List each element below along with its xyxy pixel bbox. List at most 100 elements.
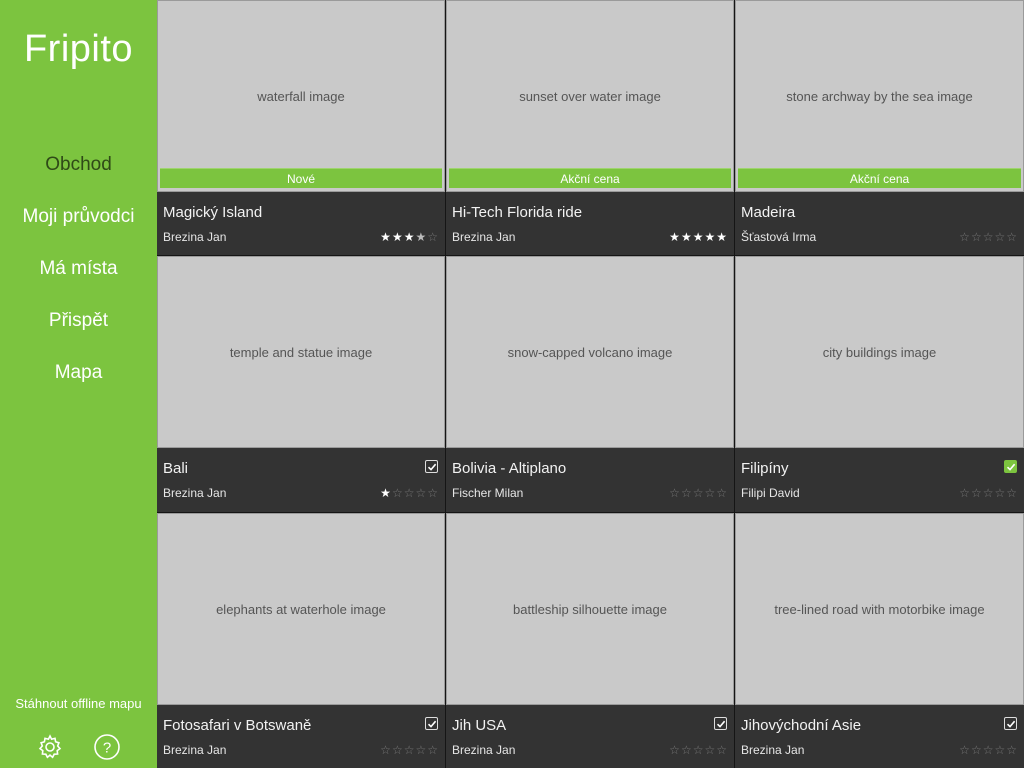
star-empty-icon: ☆ <box>959 743 971 757</box>
guide-card[interactable]: stone archway by the sea image Akční cena… <box>735 0 1024 255</box>
nav-item-contribute[interactable]: Přispět <box>0 306 157 358</box>
star-empty-icon: ☆ <box>1006 486 1018 500</box>
guide-title: Bali <box>163 460 189 477</box>
star-filled-icon: ★ <box>403 230 416 244</box>
svg-text:?: ? <box>103 740 111 757</box>
star-empty-icon: ☆ <box>391 743 404 757</box>
guide-photo-label: waterfall image <box>257 88 345 104</box>
guide-photo-label: temple and statue image <box>229 344 373 360</box>
guide-author: Brezina Jan <box>163 743 227 757</box>
rating-stars: ★★★★★ <box>669 230 728 244</box>
guide-author: Brezina Jan <box>163 230 227 244</box>
guide-photo-label: stone archway by the sea image <box>786 88 973 104</box>
app-title: Fripito <box>23 28 134 70</box>
guide-info: Madeira Šťastová Irma ☆☆☆☆☆ <box>735 192 1024 255</box>
star-empty-icon: ☆ <box>415 486 428 500</box>
star-empty-icon: ☆ <box>994 743 1007 757</box>
guide-info: Magický Island Brezina Jan ★★★★☆ <box>157 192 445 255</box>
guide-photo: waterfall image <box>157 0 445 192</box>
rating-stars: ★☆☆☆☆ <box>380 486 439 500</box>
star-empty-icon: ☆ <box>403 743 416 757</box>
guide-card[interactable]: elephants at waterhole image Fotosafari v… <box>157 513 445 768</box>
guide-photo-label: elephants at waterhole image <box>216 601 386 617</box>
guide-card[interactable]: battleship silhouette image Jih USA Brezin… <box>446 513 734 768</box>
star-empty-icon: ☆ <box>427 743 439 757</box>
nav-item-store[interactable]: Obchod <box>0 150 157 202</box>
star-empty-icon: ☆ <box>692 486 705 500</box>
guide-info: Filipíny Filipi David ☆☆☆☆☆ <box>735 448 1024 512</box>
rating-stars: ☆☆☆☆☆ <box>669 743 728 757</box>
guide-photo: stone archway by the sea image <box>735 0 1024 192</box>
sidebar-icons: ? <box>0 733 157 761</box>
star-empty-icon: ☆ <box>970 743 983 757</box>
guide-photo: sunset over water image <box>446 0 734 192</box>
guide-card[interactable]: city buildings image Filipíny Filipi David… <box>735 256 1024 512</box>
owned-checkbox-icon <box>425 717 438 730</box>
star-empty-icon: ☆ <box>427 486 439 500</box>
guide-card[interactable]: tree-lined road with motorbike image Jiho… <box>735 513 1024 768</box>
owned-checkbox-icon <box>1004 717 1017 730</box>
star-filled-icon: ★ <box>716 230 728 244</box>
nav-item-my-guides[interactable]: Moji průvodci <box>0 202 157 254</box>
star-empty-icon: ☆ <box>959 486 971 500</box>
guide-card[interactable]: sunset over water image Akční cena Hi-Tech… <box>446 0 734 255</box>
guide-author: Filipi David <box>741 486 800 500</box>
guide-photo: battleship silhouette image <box>446 513 734 705</box>
guide-photo: tree-lined road with motorbike image <box>735 513 1024 705</box>
star-empty-icon: ☆ <box>959 230 971 244</box>
star-empty-icon: ☆ <box>994 486 1007 500</box>
star-filled-icon: ★ <box>692 230 705 244</box>
star-empty-icon: ☆ <box>970 486 983 500</box>
star-filled-icon: ★ <box>391 230 404 244</box>
guide-photo-label: tree-lined road with motorbike image <box>774 601 985 617</box>
guide-info: Hi-Tech Florida ride Brezina Jan ★★★★★ <box>446 192 734 255</box>
rating-stars: ☆☆☆☆☆ <box>380 743 439 757</box>
star-empty-icon: ☆ <box>391 486 404 500</box>
guide-info: Bali Brezina Jan ★☆☆☆☆ <box>157 448 445 512</box>
guide-author: Brezina Jan <box>163 486 227 500</box>
star-empty-icon: ☆ <box>692 743 705 757</box>
guide-grid: waterfall image Nové Magický Island Brezina… <box>157 0 1024 768</box>
star-empty-icon: ☆ <box>680 486 693 500</box>
star-empty-icon: ☆ <box>704 486 717 500</box>
guide-card[interactable]: waterfall image Nové Magický Island Brezina… <box>157 0 445 255</box>
star-empty-icon: ☆ <box>982 230 995 244</box>
guide-photo: elephants at waterhole image <box>157 513 445 705</box>
guide-title: Fotosafari v Botswaně <box>163 717 312 734</box>
guide-card[interactable]: temple and statue image Bali Brezina Jan ★☆… <box>157 256 445 512</box>
nav-item-my-places[interactable]: Má místa <box>0 254 157 306</box>
download-offline-map-link[interactable]: Stáhnout offline mapu <box>0 696 157 711</box>
guide-card[interactable]: snow-capped volcano image Bolivia - Altip… <box>446 256 734 512</box>
nav-item-map[interactable]: Mapa <box>0 358 157 410</box>
star-empty-icon: ☆ <box>982 743 995 757</box>
star-empty-icon: ☆ <box>994 230 1007 244</box>
owned-checkbox-icon <box>714 717 727 730</box>
star-empty-icon: ☆ <box>1006 743 1018 757</box>
star-filled-icon: ★ <box>669 230 681 244</box>
sidebar: Fripito Obchod Moji průvodci Má místa Př… <box>0 0 157 768</box>
guide-info: Jih USA Brezina Jan ☆☆☆☆☆ <box>446 705 734 768</box>
guide-author: Šťastová Irma <box>741 230 817 244</box>
guide-title: Hi-Tech Florida ride <box>452 204 583 221</box>
star-empty-icon: ☆ <box>427 230 439 244</box>
guide-title: Filipíny <box>741 460 789 477</box>
rating-stars: ☆☆☆☆☆ <box>959 486 1018 500</box>
guide-author: Brezina Jan <box>452 743 516 757</box>
star-empty-icon: ☆ <box>403 486 416 500</box>
star-filled-icon: ★ <box>380 486 392 500</box>
owned-checkbox-icon <box>425 460 438 473</box>
help-icon[interactable]: ? <box>93 733 121 761</box>
gear-icon[interactable] <box>36 733 64 761</box>
star-half-icon: ★ <box>415 230 428 244</box>
guide-info: Fotosafari v Botswaně Brezina Jan ☆☆☆☆☆ <box>157 705 445 768</box>
star-empty-icon: ☆ <box>669 743 681 757</box>
promo-badge: Akční cena <box>449 168 731 188</box>
star-empty-icon: ☆ <box>380 743 392 757</box>
star-filled-icon: ★ <box>380 230 392 244</box>
rating-stars: ☆☆☆☆☆ <box>959 743 1018 757</box>
star-filled-icon: ★ <box>680 230 693 244</box>
guide-title: Magický Island <box>163 204 263 221</box>
guide-author: Brezina Jan <box>741 743 805 757</box>
guide-photo-label: city buildings image <box>822 344 937 360</box>
guide-title: Bolivia - Altiplano <box>452 460 567 477</box>
